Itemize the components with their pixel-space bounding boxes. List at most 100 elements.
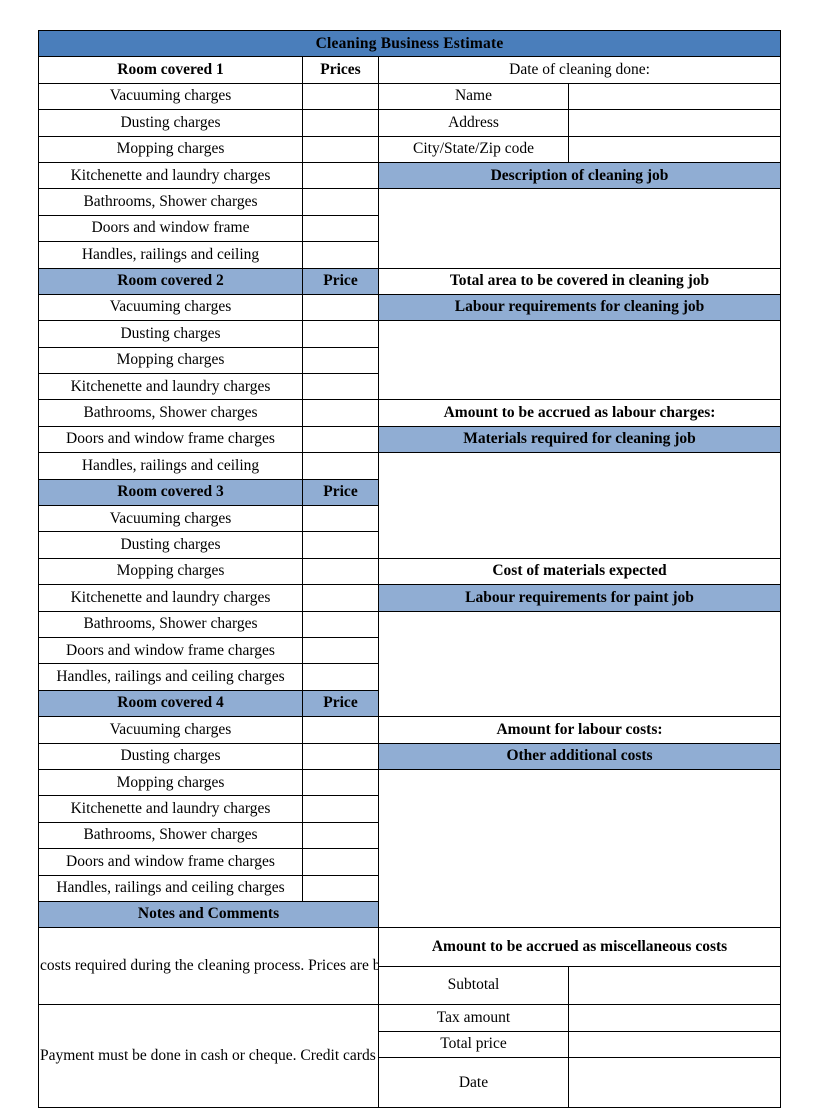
customer-field-value-name[interactable] [567,82,782,111]
room-2-item-2: Mopping charges [38,346,303,375]
room-4-price-5[interactable] [302,848,379,876]
room-1-price-6[interactable] [302,241,379,269]
room-3-price-header: Price [302,478,379,507]
table-row: Vacuuming charges Name [38,82,782,111]
room-4-item-4: Bathrooms, Shower charges [38,821,303,850]
room-3-price-0[interactable] [302,505,379,533]
materials-header: Materials required for cleaning job [377,425,782,454]
room-1-price-3[interactable] [302,161,379,190]
room-1-item-3: Kitchenette and laundry charges [38,161,303,190]
room-1-item-5: Doors and window frame [38,214,303,243]
room-1-price-2[interactable] [302,135,379,163]
room-4-price-1[interactable] [302,742,379,770]
labour-paint-header: Labour requirements for paint job [377,584,782,612]
room-1-header: Room covered 1 [38,56,303,84]
room-2-price-6[interactable] [302,452,379,480]
table-row: Dusting charges Other additional costs [38,742,782,770]
table-row: Handles, railings and ceiling [38,452,782,559]
room-2-price-1[interactable] [302,320,379,348]
room-4-item-5: Doors and window frame charges [38,848,303,876]
room-3-item-5: Doors and window frame charges [38,636,303,665]
room-1-price-5[interactable] [302,214,379,243]
materials-cost-label: Cost of materials expected [377,557,782,586]
room-3-item-0: Vacuuming charges [38,505,303,533]
room-3-price-2[interactable] [302,557,379,586]
room-3-item-3: Kitchenette and laundry charges [38,584,303,612]
table-row: Vacuuming charges Labour requirements fo… [38,293,782,322]
table-row: Mopping charges Cost of materials expect… [38,557,782,586]
customer-field-value-city[interactable] [567,135,782,163]
room-2-price-5[interactable] [302,425,379,454]
customer-field-label-name: Name [378,82,569,111]
room-4-price-6[interactable] [302,874,379,902]
room-3-price-3[interactable] [302,584,379,612]
description-value[interactable] [377,188,782,269]
room-2-price-2[interactable] [302,346,379,375]
description-header: Description of cleaning job [377,161,782,190]
room-4-price-3[interactable] [302,795,379,823]
room-1-price-0[interactable] [302,82,379,111]
table-row: Mopping charges [38,768,782,929]
room-3-price-5[interactable] [302,636,379,665]
room-2-item-1: Dusting charges [38,320,303,348]
room-2-price-3[interactable] [302,373,379,401]
room-2-price-4[interactable] [302,399,379,427]
labour-cleaning-value[interactable] [377,320,782,401]
page-title: Cleaning Business Estimate [37,29,782,58]
estimate-sheet: Cleaning Business Estimate Room covered … [37,29,782,1108]
room-1-item-1: Dusting charges [38,109,303,137]
labour-cleaning-header: Labour requirements for cleaning job [377,293,782,322]
notes-paragraph-2[interactable]: Payment must be done in cash or cheque. … [38,1004,379,1108]
room-2-price-0[interactable] [302,293,379,322]
room-2-price-header: Price [302,267,379,295]
totals-label-date: Date [378,1057,569,1108]
room-4-price-4[interactable] [302,821,379,850]
room-3-price-6[interactable] [302,663,379,691]
labour-paint-value[interactable] [377,610,782,718]
room-4-price-0[interactable] [302,716,379,744]
room-4-header: Room covered 4 [38,689,303,718]
room-1-price-4[interactable] [302,188,379,216]
table-row: Kitchenette and laundry charges Descript… [38,161,782,190]
totals-value-total[interactable] [567,1030,782,1059]
room-1-price-header: Prices [302,56,379,84]
table-row: Vacuuming charges Amount for labour cost… [38,716,782,744]
notes-paragraph-1[interactable]: costs required during the cleaning proce… [38,927,379,1006]
room-2-item-0: Vacuuming charges [38,293,303,322]
table-row: Bathrooms, Shower charges [38,610,782,718]
room-1-item-4: Bathrooms, Shower charges [38,188,303,216]
table-row: Room covered 2 Price Total area to be co… [38,267,782,295]
materials-value[interactable] [377,452,782,559]
customer-field-label-city: City/State/Zip code [378,135,569,163]
customer-field-value-address[interactable] [567,109,782,137]
notes-header: Notes and Comments [38,900,379,929]
labour-costs-label: Amount for labour costs: [377,716,782,744]
room-3-item-4: Bathrooms, Shower charges [38,610,303,638]
room-1-item-0: Vacuuming charges [38,82,303,111]
totals-label-subtotal: Subtotal [378,965,569,1006]
customer-field-label-address: Address [378,109,569,137]
totals-value-date[interactable] [567,1057,782,1108]
table-row: Dusting charges Address [38,109,782,137]
totals-value-tax[interactable] [567,1004,782,1032]
table-row: Room covered 1 Prices Date of cleaning d… [38,56,782,84]
room-2-item-3: Kitchenette and laundry charges [38,373,303,401]
room-4-item-6: Handles, railings and ceiling charges [38,874,303,902]
totals-label-tax: Tax amount [378,1004,569,1032]
totals-value-subtotal[interactable] [567,965,782,1006]
room-4-price-2[interactable] [302,768,379,797]
room-1-price-1[interactable] [302,109,379,137]
room-3-item-1: Dusting charges [38,531,303,559]
room-3-price-4[interactable] [302,610,379,638]
other-costs-value[interactable] [377,768,782,929]
labour-charges-label: Amount to be accrued as labour charges: [377,399,782,427]
table-row: Doors and window frame charges Materials… [38,425,782,454]
room-1-item-2: Mopping charges [38,135,303,163]
room-2-item-4: Bathrooms, Shower charges [38,399,303,427]
room-4-price-header: Price [302,689,379,718]
table-row: Bathrooms, Shower charges [38,188,782,269]
room-4-item-0: Vacuuming charges [38,716,303,744]
room-3-price-1[interactable] [302,531,379,559]
table-row: Dusting charges [38,320,782,401]
table-row: Mopping charges City/State/Zip code [38,135,782,163]
